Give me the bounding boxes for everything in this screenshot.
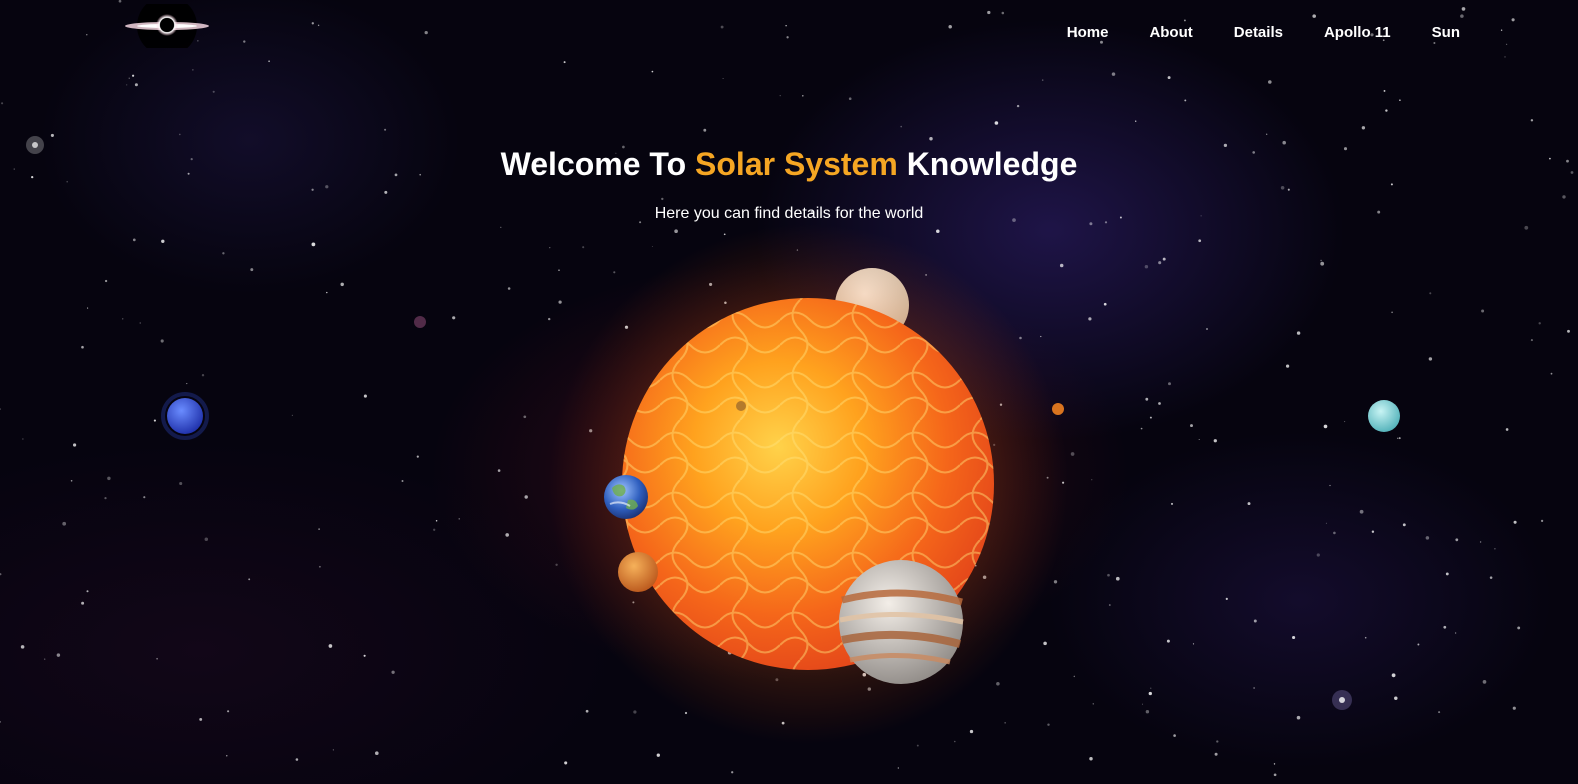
solar-system-scene [161,224,1400,744]
small-planet-icon [1052,403,1064,415]
mars-icon [618,552,658,592]
page: Home About Details Apollo 11 Sun Welcome… [0,0,1578,784]
jupiter-icon [839,560,963,684]
uranus-icon [1368,400,1400,432]
earth-icon [604,475,648,519]
neptune-icon [167,398,203,434]
mercury-icon [736,401,746,411]
